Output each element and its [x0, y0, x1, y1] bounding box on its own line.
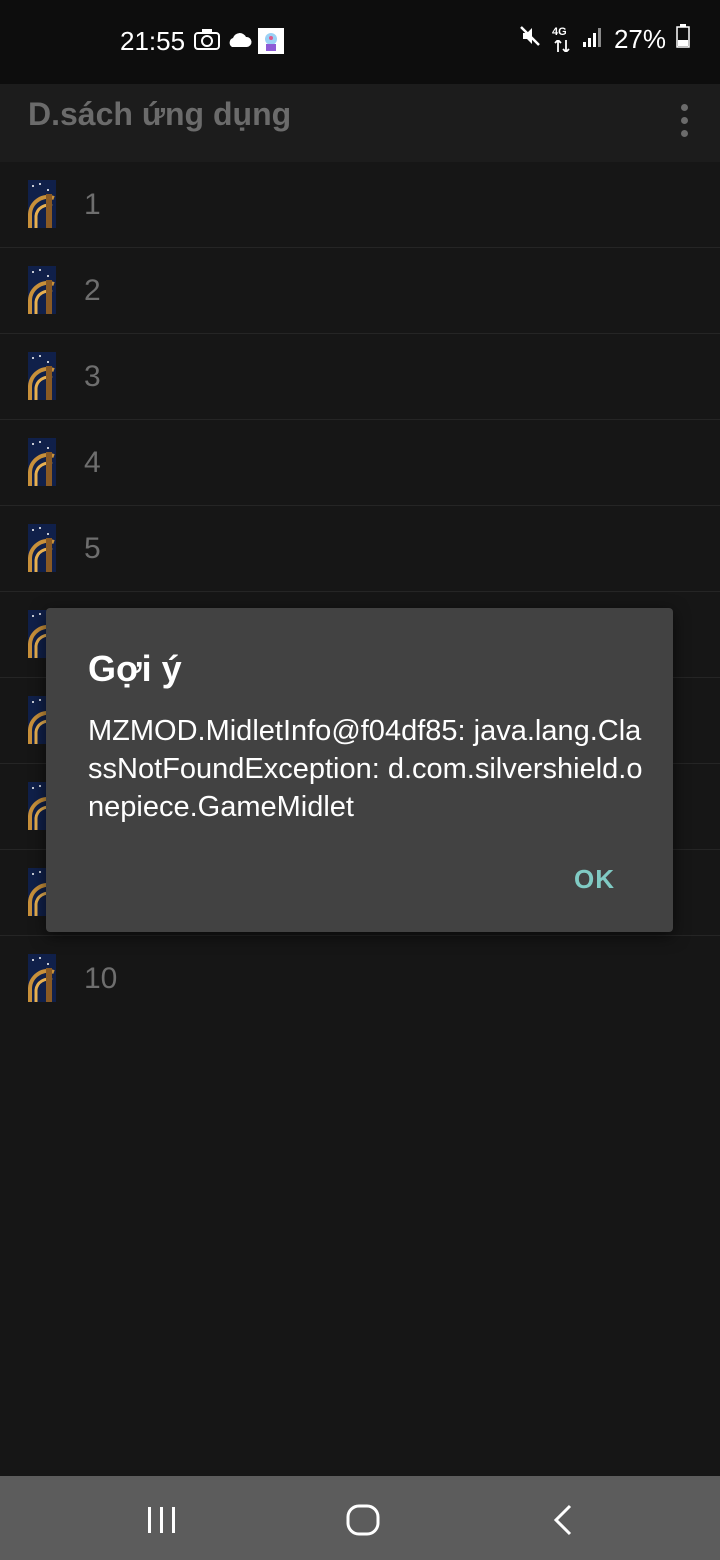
navigation-bar	[0, 1476, 720, 1560]
back-icon[interactable]	[552, 1504, 574, 1541]
hint-dialog: Gợi ý MZMOD.MidletInfo@f04df85: java.lan…	[46, 608, 673, 932]
signal-icon	[582, 24, 604, 55]
list-item[interactable]: 4	[0, 420, 720, 506]
list-item[interactable]: 3	[0, 334, 720, 420]
status-bar: 21:55 4G 27%	[0, 0, 720, 84]
app-thumbnail-icon	[28, 180, 56, 228]
dialog-message: MZMOD.MidletInfo@f04df85: java.lang.Clas…	[88, 715, 643, 823]
list-item-label: 1	[84, 188, 101, 221]
app-bar: D.sách ứng dụng	[0, 84, 720, 162]
dialog-title: Gợi ý	[88, 648, 182, 689]
battery-icon	[676, 24, 690, 55]
ok-button[interactable]: OK	[574, 860, 615, 899]
camera-icon	[194, 28, 220, 55]
recent-apps-icon[interactable]	[146, 1506, 178, 1539]
list-item[interactable]: 5	[0, 506, 720, 592]
network-label: 4G	[551, 25, 567, 38]
app-thumbnail-icon	[28, 438, 56, 486]
app-thumbnail-icon	[28, 352, 56, 400]
home-icon[interactable]	[346, 1504, 380, 1541]
overflow-menu-icon[interactable]	[674, 98, 694, 148]
network-4g-icon: 4G	[552, 26, 572, 54]
list-item-label: 5	[84, 532, 101, 565]
app-thumbnail-icon	[28, 266, 56, 314]
list-item-label: 4	[84, 446, 101, 479]
list-item-label: 3	[84, 360, 101, 393]
status-right-group: 4G 27%	[518, 24, 690, 55]
mute-icon	[518, 24, 542, 55]
list-item-label: 10	[84, 962, 118, 995]
battery-percent: 27%	[613, 24, 666, 54]
cloud-icon	[226, 32, 252, 53]
app-notification-icon	[258, 28, 284, 59]
status-time: 21:55	[120, 26, 186, 56]
list-item[interactable]: 1	[0, 162, 720, 248]
list-item[interactable]: 10	[0, 936, 720, 1021]
list-item-label: 2	[84, 274, 101, 307]
app-title: D.sách ứng dụng	[28, 96, 292, 132]
app-thumbnail-icon	[28, 954, 56, 1002]
app-thumbnail-icon	[28, 524, 56, 572]
list-item[interactable]: 2	[0, 248, 720, 334]
